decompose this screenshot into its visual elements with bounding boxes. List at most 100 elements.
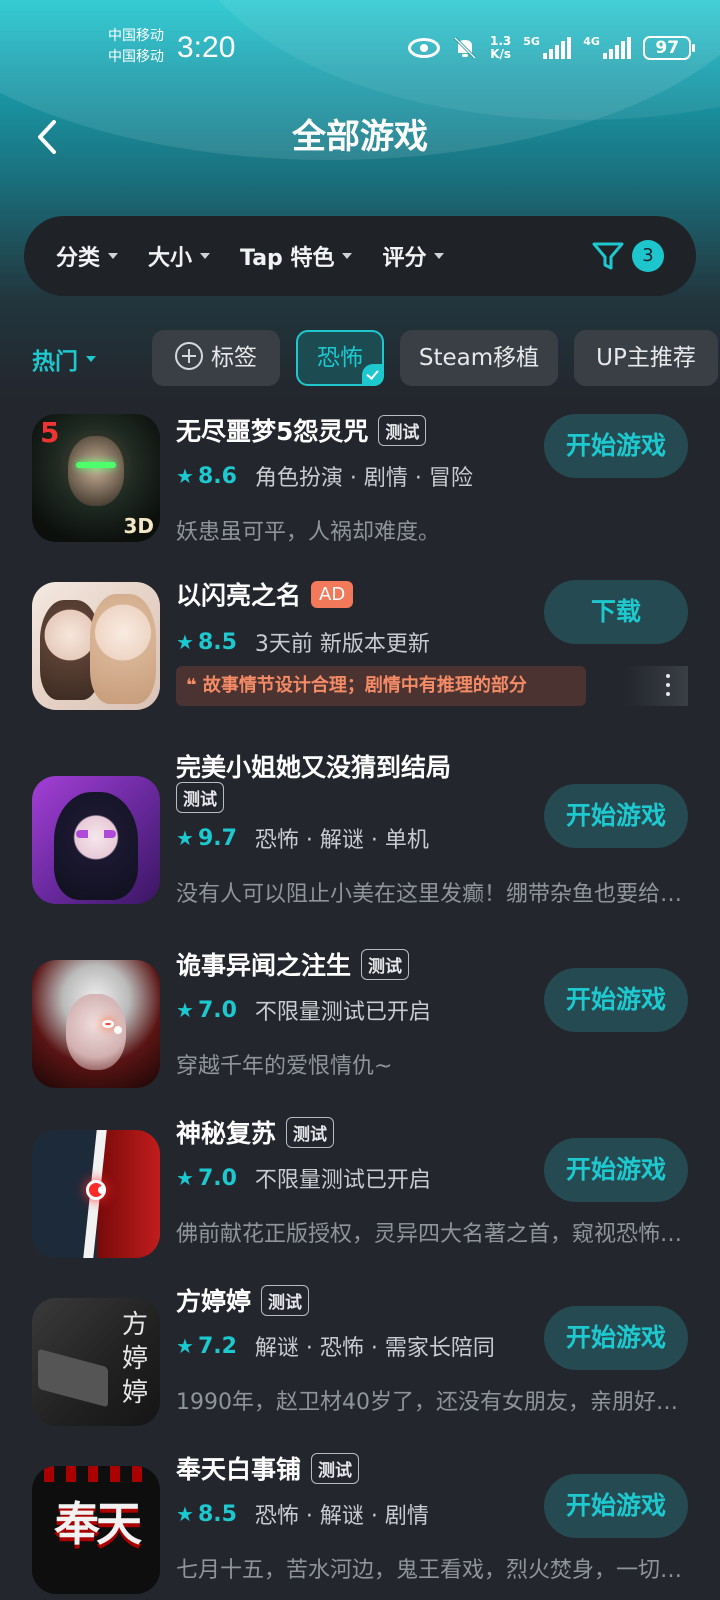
tag-chip-row: 热门 标签 恐怖 Steam移植 UP主推荐: [0, 330, 720, 386]
game-score: 8.6: [197, 463, 237, 489]
game-meta: ★ 8.5 3天前 新版本更新: [176, 626, 430, 658]
star-icon: ★: [176, 998, 194, 1022]
game-meta: ★ 8.6 角色扮演 · 剧情 · 冒险: [176, 460, 473, 492]
dropdown-arrow-icon: [342, 253, 353, 259]
game-title-line: 神秘复苏 测试: [176, 1114, 335, 1150]
game-title-line: 以闪亮之名 AD: [176, 576, 354, 612]
game-title-line: 诡事异闻之注生 测试: [176, 946, 410, 982]
filter-funnel-icon[interactable]: [590, 238, 626, 274]
carrier-info: 中国移动 中国移动: [108, 26, 164, 68]
game-icon: [32, 960, 160, 1088]
plus-circle-icon: [175, 342, 203, 370]
game-badge-line: 测试: [166, 782, 224, 813]
game-name: 神秘复苏: [176, 1119, 277, 1148]
star-icon: ★: [176, 464, 194, 488]
icon-title-text: 奉天: [54, 1497, 142, 1551]
game-description: 妖患虽可平，人祸却难度。: [176, 520, 441, 545]
start-game-button[interactable]: 开始游戏: [544, 784, 688, 848]
game-title-line: 完美小姐她又没猜到结局: [176, 748, 451, 784]
game-name: 无尽噩梦5怨灵咒: [176, 417, 369, 446]
game-tags: 角色扮演 · 剧情 · 冒险: [254, 466, 473, 491]
tag-chip-steam[interactable]: Steam移植: [400, 330, 558, 386]
clock: 3:20: [177, 31, 236, 64]
dropdown-arrow-icon: [108, 253, 119, 259]
game-score: 7.0: [197, 997, 237, 1023]
star-icon: ★: [176, 630, 194, 654]
game-meta: ★ 8.5 恐怖 · 解谜 · 剧情: [176, 1498, 429, 1530]
dropdown-arrow-icon: [86, 356, 96, 362]
star-icon: ★: [176, 1166, 194, 1190]
game-description: 1990年，赵卫材40岁了，还没有女朋友，亲朋好友都替他着急…: [176, 1390, 686, 1415]
dropdown-arrow-icon: [434, 253, 445, 259]
net-speed: 1.3 K/s: [490, 34, 512, 61]
game-status: 不限量测试已开启: [254, 1000, 431, 1025]
start-game-button[interactable]: 开始游戏: [544, 1474, 688, 1538]
test-badge: 测试: [361, 948, 410, 980]
game-description: 穿越千年的爱恨情仇~: [176, 1054, 393, 1079]
game-name: 完美小姐她又没猜到结局: [176, 753, 452, 782]
game-icon: [32, 1130, 160, 1258]
carrier-1: 中国移动: [108, 28, 164, 44]
status-icons: 1.3 K/s 5G 4G 97: [408, 33, 696, 63]
dropdown-arrow-icon: [200, 253, 211, 259]
signal-4g-icon: 4G: [583, 35, 632, 59]
game-icon: [32, 582, 160, 710]
quote-icon: ❝: [186, 675, 203, 696]
star-icon: ★: [176, 826, 194, 850]
star-icon: ★: [176, 1502, 194, 1526]
start-game-button[interactable]: 开始游戏: [544, 1138, 688, 1202]
filter-rating[interactable]: 评分: [382, 240, 445, 272]
filter-category[interactable]: 分类: [56, 240, 119, 272]
filter-size[interactable]: 大小: [148, 240, 211, 272]
game-icon: 方婷婷: [32, 1298, 160, 1426]
game-score: 7.2: [197, 1333, 237, 1359]
game-meta: ★ 7.0 不限量测试已开启: [176, 994, 431, 1026]
more-options-button[interactable]: [624, 666, 688, 706]
add-tag-chip[interactable]: 标签: [152, 330, 280, 386]
start-game-button[interactable]: 开始游戏: [544, 1306, 688, 1370]
carrier-2: 中国移动: [108, 49, 164, 65]
game-score: 7.0: [197, 1165, 237, 1191]
icon-title-text: 方婷婷: [121, 1310, 148, 1408]
game-title-line: 无尽噩梦5怨灵咒 测试: [176, 412, 427, 448]
star-icon: ★: [176, 1334, 194, 1358]
game-meta: ★ 7.2 解谜 · 恐怖 · 需家长陪同: [176, 1330, 495, 1362]
game-tags: 解谜 · 恐怖 · 需家长陪同: [254, 1336, 495, 1361]
game-name: 以闪亮之名: [176, 581, 302, 610]
game-description: 没有人可以阻止小美在这里发癫！绷带杂鱼也要给我当打工仔…: [176, 882, 686, 907]
game-name: 奉天白事铺: [176, 1455, 302, 1484]
tag-chip-up-recommend[interactable]: UP主推荐: [574, 330, 718, 386]
download-button[interactable]: 下载: [544, 580, 688, 644]
game-meta: ★ 9.7 恐怖 · 解谜 · 单机: [176, 822, 429, 854]
test-badge: 测试: [311, 1452, 360, 1484]
game-icon: [32, 776, 160, 904]
battery-icon: 97: [643, 36, 696, 60]
game-name: 诡事异闻之注生: [176, 951, 352, 980]
game-tags: 恐怖 · 解谜 · 剧情: [254, 1504, 429, 1529]
tag-chip-horror[interactable]: 恐怖: [296, 330, 384, 386]
check-icon: [362, 364, 384, 386]
status-bar: 中国移动 中国移动 3:20 1.3 K/s 5G 4G 97: [0, 0, 720, 92]
game-update-info: 3天前 新版本更新: [254, 632, 430, 657]
start-game-button[interactable]: 开始游戏: [544, 414, 688, 478]
ad-badge: AD: [311, 580, 354, 608]
eye-comfort-icon: [408, 38, 440, 58]
game-tags: 恐怖 · 解谜 · 单机: [254, 828, 429, 853]
game-description: 佛前献花正版授权，灵异四大名著之首，窥视恐怖的真相…: [176, 1222, 686, 1247]
test-badge: 测试: [261, 1284, 310, 1316]
signal-5g-icon: 5G: [523, 35, 572, 59]
game-meta: ★ 7.0 不限量测试已开启: [176, 1162, 431, 1194]
sort-dropdown[interactable]: 热门: [32, 342, 96, 376]
game-title-line: 方婷婷 测试: [176, 1282, 310, 1318]
filter-bar: 分类 大小 Tap 特色 评分 3: [24, 216, 696, 296]
game-icon: 奉天: [32, 1466, 160, 1594]
test-badge: 测试: [378, 414, 427, 446]
game-name: 方婷婷: [176, 1287, 252, 1316]
game-score: 9.7: [197, 825, 237, 851]
game-description: 七月十五，苦水河边，鬼王看戏，烈火焚身，一切都从这里开始…: [176, 1558, 686, 1583]
game-score: 8.5: [197, 1501, 237, 1527]
review-quote-banner: ❝ 故事情节设计合理；剧情中有推理的部分: [176, 666, 586, 706]
filter-tap-feature[interactable]: Tap 特色: [240, 240, 353, 272]
filter-count-badge: 3: [632, 240, 664, 272]
start-game-button[interactable]: 开始游戏: [544, 968, 688, 1032]
